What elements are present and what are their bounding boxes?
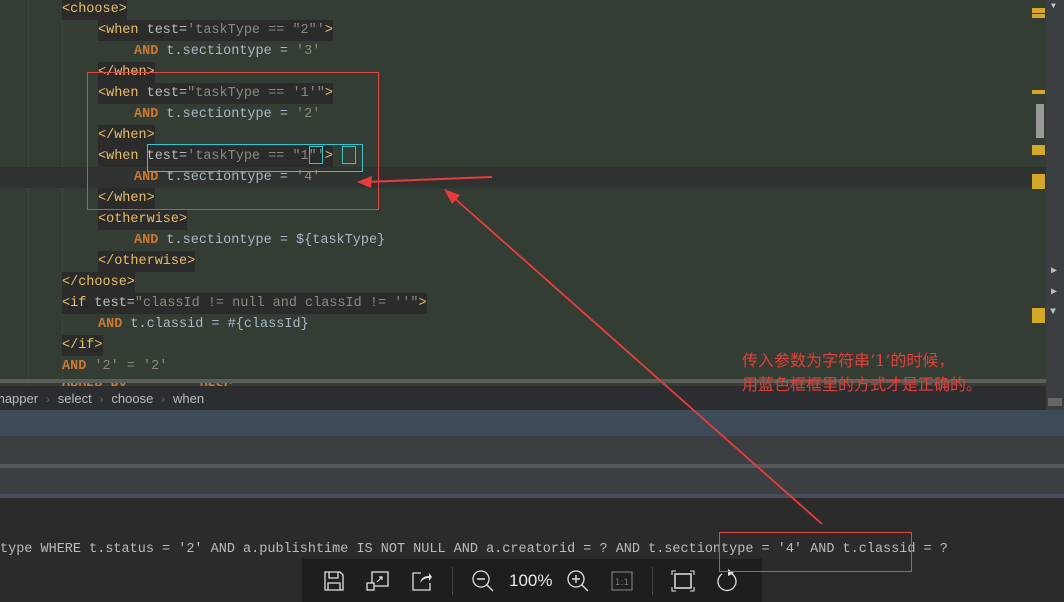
vertical-scrollbar[interactable]: ▼ ▶ ▶ ▼	[1046, 0, 1064, 410]
expand-right-icon[interactable]: ▶	[1051, 286, 1057, 298]
code-token: '3'	[296, 44, 321, 59]
toolbar-divider	[652, 566, 654, 595]
zoom-level: 100%	[509, 570, 553, 590]
breadcrumb-item[interactable]: select	[58, 387, 92, 410]
fit-screen-button[interactable]	[661, 563, 705, 599]
zoom-in-button[interactable]	[556, 563, 600, 599]
chevron-right-icon: ›	[99, 394, 104, 406]
code-token-group: AND t.sectiontype = ${taskType}	[134, 230, 385, 251]
code-token: AND	[98, 317, 123, 332]
scroll-marker	[1032, 14, 1045, 18]
actual-size-button[interactable]: 1:1	[600, 563, 644, 599]
tool-window-panel	[0, 436, 1064, 464]
code-token: test=	[94, 296, 135, 311]
highlight-box-quote	[342, 146, 356, 164]
highlight-box-quote	[309, 146, 323, 164]
note-line: 传入参数为字符串‘1’的时候，	[742, 351, 955, 370]
share-button[interactable]	[400, 563, 444, 599]
code-token: </choose>	[62, 275, 135, 290]
code-token-group: <when test='taskType == "2"'>	[98, 20, 333, 41]
zoom-out-button[interactable]	[461, 563, 505, 599]
code-token: AND	[134, 44, 159, 59]
zoom-out-icon	[472, 569, 494, 591]
svg-text:1:1: 1:1	[615, 578, 629, 588]
note-line: 用蓝色框框里的方式才是正确的。	[742, 375, 983, 394]
highlight-box-when-blocks	[87, 72, 379, 210]
code-token: "classId != null and classId != ''"	[134, 296, 419, 311]
code-token: <otherwise>	[98, 212, 188, 227]
scroll-marker	[1032, 90, 1045, 94]
scroll-up-icon[interactable]: ▼	[1051, 2, 1056, 11]
code-token-group: <if test="classId != null and classId !=…	[62, 293, 427, 314]
breadcrumb-item[interactable]: choose	[111, 387, 153, 410]
code-token: >	[418, 296, 427, 311]
save-icon	[324, 570, 344, 591]
code-token: '2' = '2'	[86, 359, 168, 374]
tool-window-header	[0, 410, 1064, 436]
scroll-thumb[interactable]	[1036, 104, 1044, 138]
save-button[interactable]	[312, 563, 356, 599]
code-token-group: <choose>	[62, 0, 127, 20]
code-token: >	[324, 23, 333, 38]
code-token: t.classid = #{classId}	[122, 317, 309, 332]
scroll-corner	[1048, 398, 1062, 406]
actual-size-icon: 1:1	[611, 570, 634, 591]
scroll-marker	[1032, 308, 1045, 323]
indent-guide	[28, 0, 29, 386]
code-token: </otherwise>	[98, 254, 196, 269]
code-token: t.sectiontype =	[158, 44, 297, 59]
chevron-right-icon: ›	[161, 394, 165, 406]
code-token-group: </if>	[62, 335, 103, 356]
expand-right-icon[interactable]: ▶	[1051, 265, 1057, 277]
annotation-note: 传入参数为字符串‘1’的时候， 用蓝色框框里的方式才是正确的。	[742, 349, 982, 397]
highlight-box-sql-result	[719, 532, 912, 572]
tool-window-panel	[0, 468, 1064, 494]
code-token: <when	[98, 23, 147, 38]
code-token: 'taskType == "2"'	[187, 23, 325, 38]
image-viewer-toolbar: 100% 1:1	[302, 559, 762, 602]
code-token: AND	[62, 359, 87, 374]
code-token-group: </choose>	[62, 272, 135, 293]
code-token: </if>	[62, 338, 103, 353]
collapse-down-icon[interactable]: ▼	[1050, 307, 1056, 318]
code-token: <if	[62, 296, 95, 311]
scroll-marker	[1032, 174, 1045, 189]
code-token-group: AND t.sectiontype = '3'	[134, 41, 320, 62]
code-token-group: AND t.classid = #{classId}	[98, 314, 309, 335]
fit-screen-icon	[671, 569, 696, 592]
scroll-marker	[1032, 145, 1045, 155]
zoom-in-icon	[567, 569, 589, 591]
code-token: <choose>	[62, 2, 127, 17]
resize-icon	[366, 570, 389, 591]
toolbar-divider	[452, 566, 453, 595]
code-token-group: </otherwise>	[98, 251, 196, 272]
code-token: t.sectiontype = ${taskType}	[158, 233, 386, 248]
indent-guide	[62, 0, 63, 386]
code-token: AND	[134, 233, 159, 248]
code-token: test=	[146, 23, 188, 38]
resize-button[interactable]	[356, 563, 400, 599]
scroll-marker	[1032, 8, 1045, 13]
breadcrumb-item[interactable]: mapper	[0, 387, 38, 410]
code-token-group: AND '2' = '2'	[62, 356, 167, 377]
share-icon	[412, 571, 432, 591]
code-token-group: <otherwise>	[98, 209, 188, 230]
rotate-icon	[717, 568, 738, 591]
highlight-box-correct-syntax	[147, 144, 363, 172]
chevron-right-icon: ›	[46, 394, 50, 406]
breadcrumb-item[interactable]: when	[173, 387, 204, 410]
